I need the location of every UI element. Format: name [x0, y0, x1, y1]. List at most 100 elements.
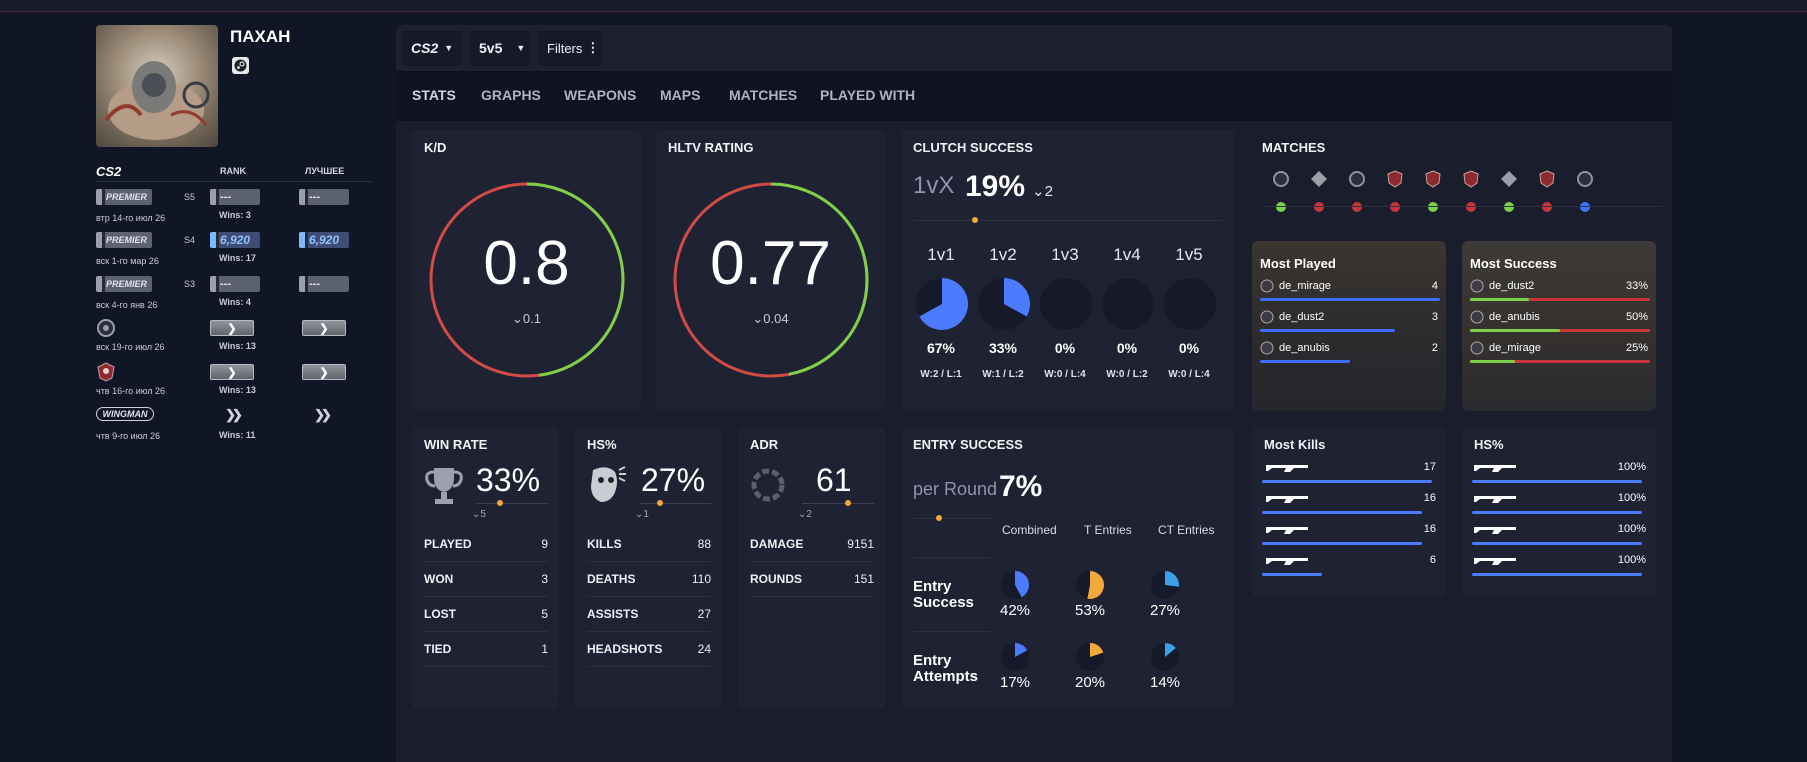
kills-bar [1262, 573, 1322, 576]
diamond-rank-icon [1311, 171, 1327, 187]
tab-maps[interactable]: MAPS [660, 87, 700, 103]
kills-value: 6 [1429, 554, 1436, 566]
tab-graphs[interactable]: GRAPHS [481, 87, 541, 103]
map-icon [1470, 279, 1484, 293]
more-vertical-icon: ⋮ [586, 40, 600, 55]
winrate-card: WIN RATE 33% ⌄5 PLAYED 9 WON 3 LOST 5 TIED 1 [412, 427, 559, 709]
stat-value: 27 [697, 607, 711, 621]
season-label: S4 [184, 235, 196, 245]
best-rank-value: 6,920 [299, 232, 349, 248]
stat-row: ROUNDS 151 [750, 562, 874, 597]
best-rank-value: --- [299, 276, 349, 292]
game-select-value: CS2 [411, 40, 439, 56]
matches-card: MATCHES [1252, 130, 1670, 240]
match-result-dot[interactable] [1314, 202, 1324, 212]
stat-label: HEADSHOTS [587, 642, 663, 656]
top-border [0, 0, 1807, 12]
map-icon [1260, 279, 1274, 293]
chevron-rank-icon: ❯ [210, 320, 254, 336]
wins-count: Wins: 3 [219, 210, 251, 220]
match-result-dot[interactable] [1390, 202, 1400, 212]
deagle-icon [1474, 465, 1516, 472]
entry-success-percent: 53% [1074, 602, 1106, 619]
kills-value: 16 [1423, 523, 1436, 535]
stat-value: 88 [697, 537, 711, 551]
tab-played-with[interactable]: PLAYED WITH [820, 87, 915, 103]
stat-label: DEATHS [587, 572, 636, 586]
match-result-dot[interactable] [1276, 202, 1286, 212]
stat-value: 9151 [847, 537, 874, 551]
tab-weapons[interactable]: WEAPONS [564, 87, 636, 103]
map-bar [1260, 329, 1395, 332]
clutch-delta-value: 2 [1044, 183, 1053, 200]
clutch-label: 1v4 [1113, 245, 1141, 264]
dual-pistols-icon [1474, 558, 1516, 565]
stat-value: 151 [853, 572, 874, 586]
entry-col-ct: CT Entries [1158, 523, 1215, 537]
map-icon [1470, 341, 1484, 355]
steam-icon[interactable] [232, 57, 249, 74]
entry-divider [913, 557, 991, 558]
famas-icon [1474, 496, 1516, 503]
hs-value: 27% [641, 462, 706, 498]
match-result-dot[interactable] [1580, 202, 1590, 212]
pistol-icon [1266, 558, 1308, 565]
mode-select[interactable]: 5v5 ▼ [470, 30, 530, 66]
stat-value: 1 [541, 642, 548, 656]
match-result-dot[interactable] [1428, 202, 1438, 212]
clutch-percent: 0% [1178, 340, 1200, 356]
shield-rank-icon [1539, 170, 1555, 188]
headshot-icon [591, 466, 626, 502]
map-name[interactable]: de_dust2 [1279, 311, 1324, 323]
entry-attempts-pie [1151, 643, 1179, 671]
hs-delta: ⌄1 [635, 509, 649, 520]
map-name[interactable]: de_mirage [1279, 280, 1331, 292]
match-result-dot[interactable] [1542, 202, 1552, 212]
clutch-pie [978, 278, 1030, 330]
kd-delta: ⌄0.1 [412, 311, 641, 327]
clutch-label: 1v5 [1175, 245, 1203, 264]
clutch-win-loss: W:0 / L:4 [1168, 369, 1210, 380]
map-bar [1470, 298, 1530, 301]
clutch-label: 1v2 [989, 245, 1017, 264]
premier-badge: PREMIER [96, 189, 152, 205]
map-name[interactable]: de_dust2 [1489, 280, 1534, 292]
match-result-dot[interactable] [1466, 202, 1476, 212]
filters-button[interactable]: Filters ⋮ [538, 30, 602, 66]
winrate-trend-line [476, 503, 548, 504]
clutch-prefix: 1vX [913, 172, 955, 199]
caret-down-icon: ▼ [516, 43, 526, 53]
most-played-card: Most Played de_mirage 4 de_dust2 3 de_anubis… [1252, 241, 1446, 411]
clutch-column: 1v2 [973, 245, 1033, 265]
stat-label: ASSISTS [587, 607, 639, 621]
shield-rank-icon [1463, 170, 1479, 188]
entry-attempts-label: Entry Attempts [913, 652, 979, 685]
tab-matches[interactable]: MATCHES [729, 87, 797, 103]
kills-bar [1262, 480, 1432, 483]
wins-count: Wins: 11 [219, 430, 256, 440]
adr-value: 61 [816, 462, 852, 498]
match-result-dot[interactable] [1352, 202, 1362, 212]
most-success-title: Most Success [1470, 256, 1557, 271]
map-name[interactable]: de_anubis [1279, 342, 1330, 354]
chevron-down-icon: ⌄ [752, 311, 764, 326]
entry-success-label: Entry Success [913, 578, 974, 611]
hltv-delta: ⌄0.04 [656, 311, 885, 327]
kd-card: K/D 0.8 ⌄0.1 [412, 130, 641, 411]
map-name[interactable]: de_anubis [1489, 311, 1540, 323]
clutch-percent: 0% [1116, 340, 1138, 356]
entry-title: ENTRY SUCCESS [913, 437, 1023, 452]
clutch-pie [1040, 278, 1092, 330]
chevron-down-icon: ⌄ [512, 311, 523, 326]
match-result-dot[interactable] [1504, 202, 1514, 212]
clutch-trend-marker [972, 217, 978, 223]
clutch-win-loss: W:0 / L:2 [1106, 369, 1148, 380]
map-bar [1260, 298, 1440, 301]
match-timeline [1262, 206, 1662, 207]
rank-row: PREMIER S3 вск 4-го янв 26 --- Wins: 4 -… [96, 276, 376, 314]
map-name[interactable]: de_mirage [1489, 342, 1541, 354]
entry-col-t: T Entries [1084, 523, 1132, 537]
tab-stats[interactable]: STATS [412, 87, 456, 103]
game-select[interactable]: CS2 ▼ [402, 30, 462, 66]
mp9-icon [1474, 527, 1516, 534]
